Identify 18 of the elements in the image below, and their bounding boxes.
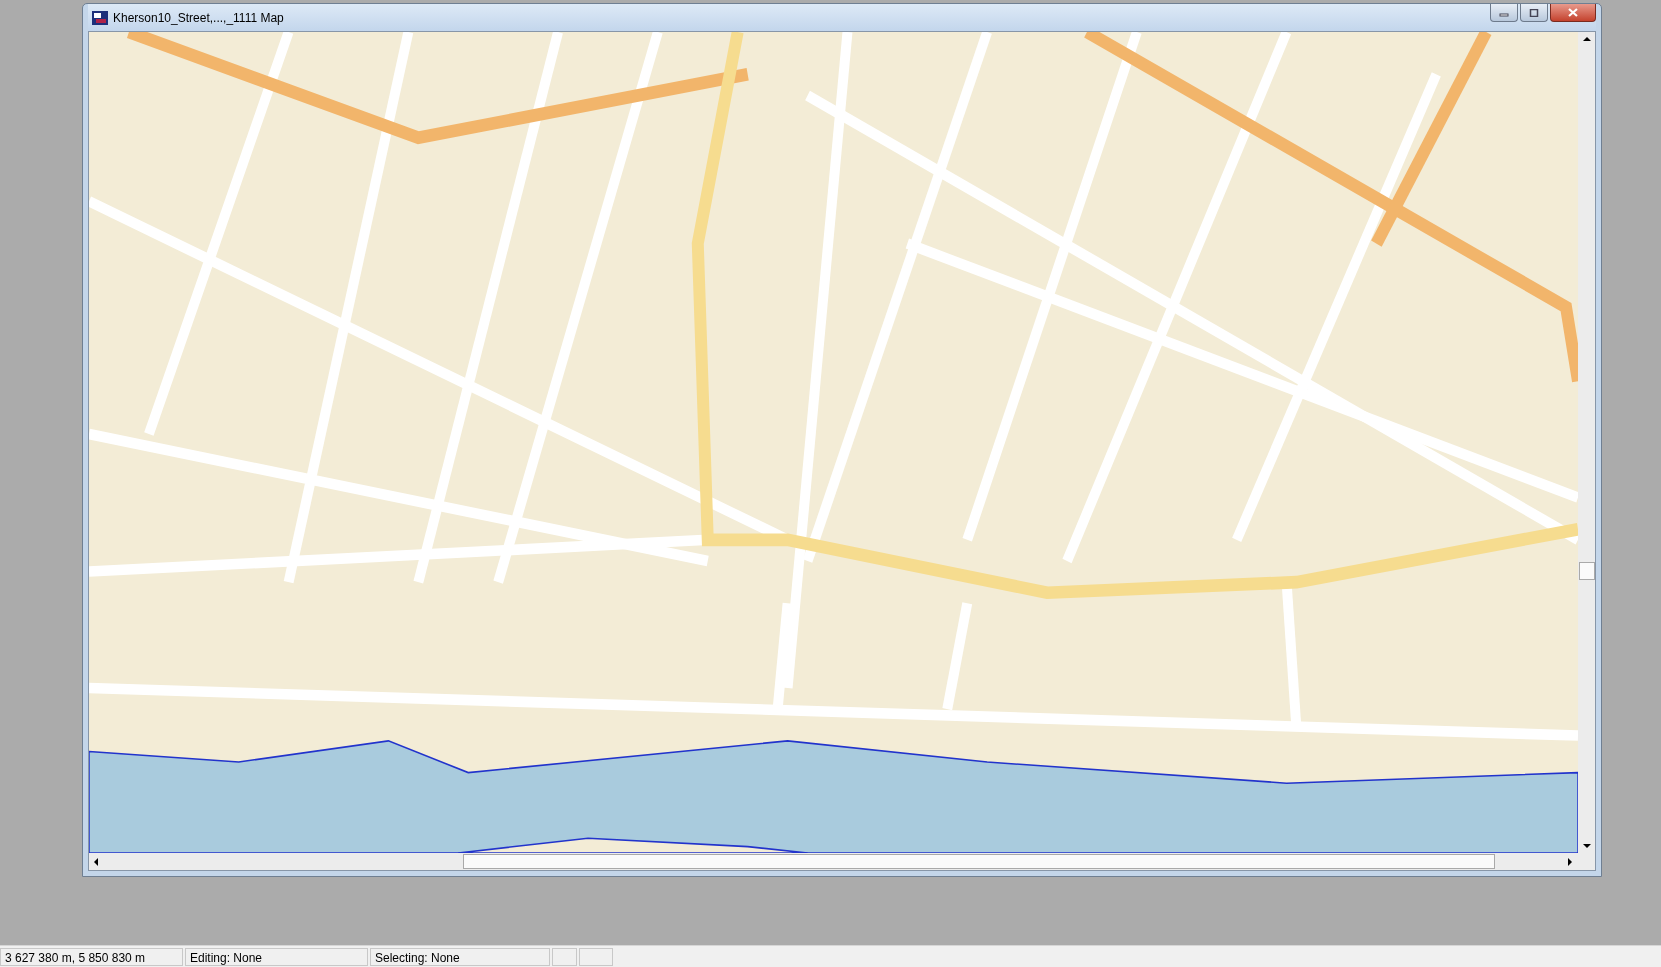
map-app-icon bbox=[92, 10, 108, 25]
close-button[interactable] bbox=[1550, 4, 1596, 22]
scroll-thumb[interactable] bbox=[1578, 562, 1595, 580]
coordinates-field: 3 627 380 m, 5 850 830 m bbox=[0, 948, 183, 966]
maximize-icon bbox=[1529, 8, 1539, 17]
vertical-scrollbar[interactable] bbox=[1578, 32, 1595, 853]
scroll-left-arrow-icon[interactable] bbox=[93, 857, 99, 866]
horizontal-scrollbar[interactable] bbox=[89, 853, 1595, 870]
minimize-button[interactable] bbox=[1490, 4, 1518, 22]
scroll-right-arrow-icon[interactable] bbox=[1567, 857, 1573, 866]
selecting-field: Selecting: None bbox=[370, 948, 550, 966]
close-icon bbox=[1567, 8, 1579, 17]
scroll-up-arrow-icon[interactable] bbox=[1582, 36, 1591, 42]
scroll-down-arrow-icon[interactable] bbox=[1582, 843, 1591, 849]
window-title: Kherson10_Street,...,_1111 Map bbox=[113, 10, 284, 25]
scroll-thumb[interactable] bbox=[463, 854, 1495, 869]
editing-field: Editing: None bbox=[185, 948, 368, 966]
maximize-button[interactable] bbox=[1520, 4, 1548, 22]
